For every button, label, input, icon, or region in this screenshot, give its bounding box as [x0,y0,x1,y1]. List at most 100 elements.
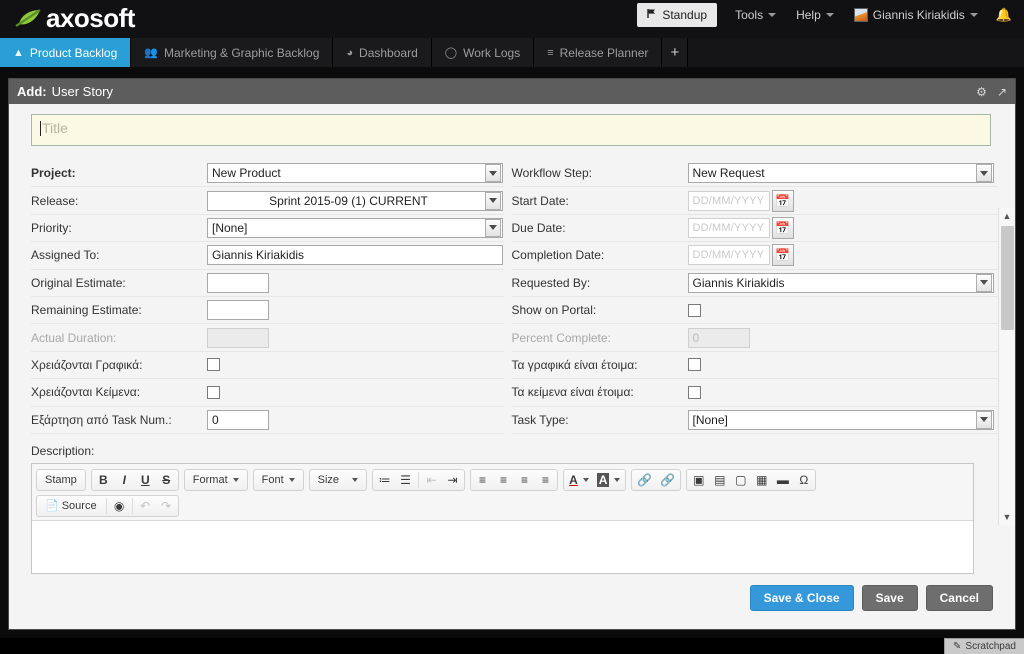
field-assigned-to: Assigned To: Giannis Kiriakidis [31,242,504,270]
indent-button[interactable]: ⇥ [442,470,463,490]
text-caret [40,121,41,136]
original-estimate-input[interactable] [207,272,269,293]
requested-by-select[interactable]: Giannis Kiriakidis [687,272,994,293]
size-dropdown[interactable]: Size [311,470,365,490]
due-date-input[interactable]: DD/MM/YYYY [687,217,770,238]
need-graphics-checkbox[interactable] [207,358,220,372]
field-actual-duration: Actual Duration: [31,324,504,352]
priority-select[interactable]: [None] [207,217,503,238]
percent-complete-input: 0 [687,327,750,348]
add-tab-button[interactable]: + [662,38,689,67]
undo-button: ↶ [140,498,151,513]
show-on-portal-checkbox[interactable] [687,303,701,317]
assigned-to-input[interactable]: Giannis Kiriakidis [207,245,503,266]
bold-button[interactable]: B [93,470,114,490]
chevron-down-icon [614,477,621,482]
numbered-list-button[interactable]: ≔ [374,470,395,490]
source-button[interactable]: 📄 Source [38,496,104,516]
help-menu[interactable]: Help [787,3,843,27]
scroll-down-arrow-icon[interactable]: ▼ [999,509,1015,525]
project-select[interactable]: New Product [207,163,503,184]
field-label: Τα γραφικά είναι έτοιμα: [511,357,638,372]
insert-flash-button[interactable]: ▣ [688,470,709,490]
field-label: Χρειάζονται Γραφικά: [31,357,143,372]
calendar-icon[interactable]: 📅 [771,244,794,267]
underline-button[interactable]: U [135,470,156,490]
axosoft-logo[interactable]: axosoft [14,2,135,34]
tab-dashboard[interactable]: ◕ Dashboard [333,38,432,67]
scratchpad-label: Scratchpad [965,641,1016,652]
start-date-input[interactable]: DD/MM/YYYY [687,190,770,211]
field-label: Priority: [31,220,72,235]
description-body[interactable] [32,520,973,573]
italic-button[interactable]: I [114,470,135,490]
horizontal-rule-button[interactable]: ▬ [772,470,793,490]
workflow-step-select[interactable]: New Request [687,163,994,184]
align-center-button[interactable]: ≡ [493,470,514,490]
dialog-title-prefix: Add: [17,84,47,99]
link-button[interactable]: 🔗 [633,470,656,490]
strikethrough-button[interactable]: S [156,470,177,490]
tab-product-backlog[interactable]: ▲ Product Backlog [0,38,132,67]
form-scrollbar[interactable]: ▲ ▼ [998,208,1015,525]
scratchpad-button[interactable]: ✎ Scratchpad [944,638,1024,654]
field-need-texts: Χρειάζονται Κείμενα: [31,379,504,407]
notifications-bell-icon[interactable]: 🔔 [988,7,1020,23]
form-column-right: Workflow Step: New Request Start Date: D… [504,160,998,434]
remaining-estimate-input[interactable] [207,300,269,321]
task-type-select[interactable]: [None] [687,409,994,430]
field-label: Start Date: [511,193,569,208]
save-and-close-button[interactable]: Save & Close [749,585,854,611]
chevron-down-icon [232,477,239,482]
bulleted-list-button[interactable]: ☰ [395,470,416,490]
texts-ready-checkbox[interactable] [687,385,701,399]
calendar-icon[interactable]: 📅 [771,189,794,212]
size-label: Size [317,473,340,486]
calendar-icon[interactable]: 📅 [771,216,794,239]
form-area: Project: New Product Release: Sprint 201… [9,156,998,577]
standup-button[interactable]: Standup [637,3,718,27]
align-left-button[interactable]: ≡ [472,470,493,490]
field-percent-complete: Percent Complete: 0 [511,324,998,352]
tab-work-logs[interactable]: ◯ Work Logs [431,38,535,67]
completion-date-input[interactable]: DD/MM/YYYY [687,245,770,266]
release-select[interactable]: Sprint 2015-09 (1) CURRENT [207,190,503,211]
cancel-button[interactable]: Cancel [925,585,993,611]
tools-menu[interactable]: Tools [726,3,785,27]
page-break-button[interactable]: ▢ [730,470,751,490]
chevron-down-icon [485,164,501,183]
background-color-button[interactable]: A [593,470,625,490]
scroll-up-arrow-icon[interactable]: ▲ [999,208,1015,224]
field-workflow-step: Workflow Step: New Request [511,160,998,188]
gear-icon[interactable]: ⚙ [976,85,987,99]
field-label: Release: [31,193,79,208]
stamp-button[interactable]: Stamp [38,470,84,490]
dependency-task-num-input[interactable]: 0 [207,409,269,430]
title-input[interactable]: Title [31,114,991,146]
popout-arrow-icon[interactable]: ↗ [997,85,1007,99]
chevron-down-icon [288,477,295,482]
source-doc-icon: 📄 [45,500,59,513]
chevron-down-icon [969,13,978,17]
align-right-button[interactable]: ≡ [514,470,535,490]
scrollbar-thumb[interactable] [1001,226,1014,330]
tab-label: Release Planner [559,45,649,60]
tab-label: Work Logs [463,45,521,60]
justify-button[interactable]: ≡ [535,470,556,490]
special-character-button[interactable]: Ω [793,470,814,490]
format-dropdown[interactable]: Format [186,470,246,490]
need-texts-checkbox[interactable] [207,385,220,399]
tab-marketing-graphic-backlog[interactable]: 👥 Marketing & Graphic Backlog [131,38,334,67]
tab-release-planner[interactable]: ≡ Release Planner [534,38,663,67]
title-field-wrap: Title [9,104,1015,154]
graphics-ready-checkbox[interactable] [687,358,701,372]
field-requested-by: Requested By: Giannis Kiriakidis [511,270,998,297]
field-dependency-task-num: Εξάρτηση από Task Num.: 0 [31,407,504,434]
insert-table-button[interactable]: ▦ [751,470,772,490]
save-button[interactable]: Save [861,585,918,611]
font-dropdown[interactable]: Font [255,470,302,490]
user-menu[interactable]: Giannis Kiriakidis [845,3,987,27]
text-color-button[interactable]: A [565,470,593,490]
insert-image-button[interactable]: ▤ [709,470,730,490]
spellcheck-button[interactable]: ◉ [109,496,130,516]
